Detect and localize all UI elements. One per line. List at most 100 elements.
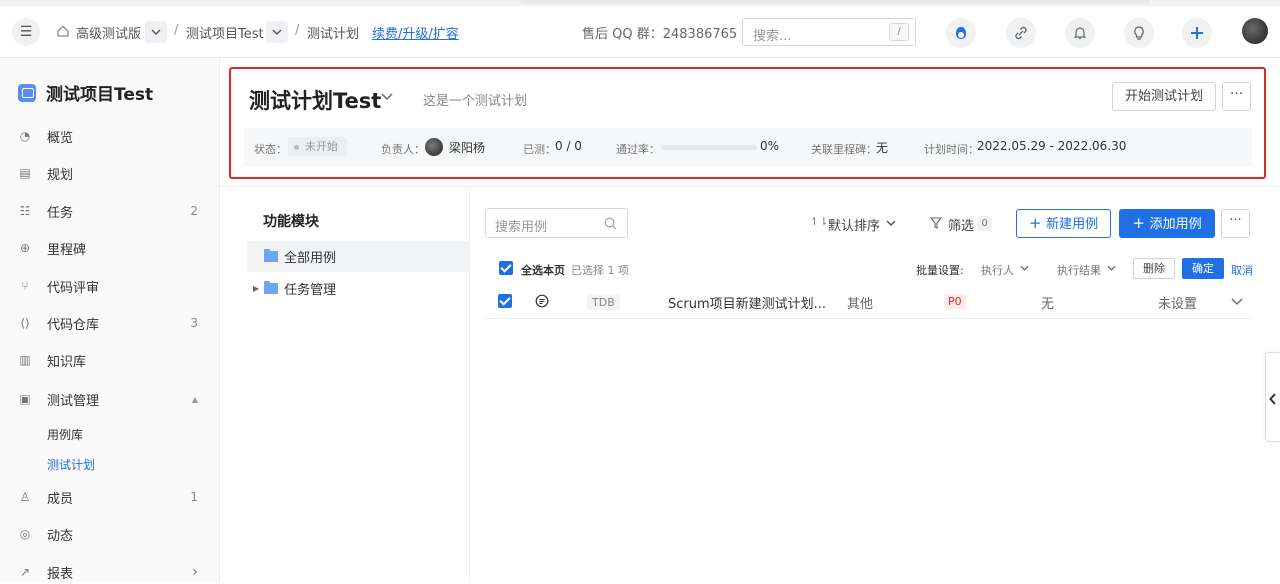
delete-button[interactable]: 删除 bbox=[1133, 258, 1175, 279]
owner-name[interactable]: 梁阳杨 bbox=[449, 139, 485, 156]
status-badge[interactable]: 未开始 bbox=[288, 137, 347, 156]
sort-dropdown[interactable]: 默认排序 bbox=[828, 215, 880, 234]
activity-icon: ◎ bbox=[19, 527, 31, 541]
chevron-down-icon[interactable] bbox=[1107, 265, 1116, 271]
sidebar-subitem-test-plan[interactable]: 测试计划 bbox=[47, 456, 95, 473]
sidebar-subitem-case-library[interactable]: 用例库 bbox=[47, 426, 83, 443]
case-executor[interactable]: 无 bbox=[1041, 293, 1054, 312]
start-test-plan-button[interactable]: 开始测试计划 bbox=[1112, 82, 1216, 111]
code-icon: ⟨⟩ bbox=[20, 316, 30, 330]
chevron-down-icon[interactable] bbox=[381, 93, 393, 101]
select-all-label[interactable]: 全选本页 bbox=[521, 262, 565, 278]
case-title[interactable]: Scrum项目新建测试计划... bbox=[668, 293, 826, 312]
sidebar-item-test-management[interactable]: ▣ 测试管理 ▲ bbox=[18, 387, 202, 411]
breadcrumb-workspace[interactable]: 高级测试版 bbox=[76, 23, 141, 42]
module-item-all-cases[interactable]: 全部用例 bbox=[247, 241, 470, 272]
select-all-checkbox[interactable] bbox=[499, 261, 513, 275]
folder-icon bbox=[264, 249, 278, 262]
report-icon: ↗ bbox=[19, 565, 31, 579]
caret-right-icon[interactable]: ▶ bbox=[253, 284, 259, 293]
sidebar-item-reports[interactable]: ↗ 报表 › bbox=[18, 560, 202, 584]
chevron-down-icon[interactable] bbox=[1020, 265, 1029, 271]
sidebar-item-wiki[interactable]: ▥ 知识库 bbox=[18, 348, 202, 372]
plus-icon: + bbox=[1028, 214, 1047, 232]
global-search-input[interactable]: 搜索... / bbox=[742, 18, 916, 46]
caret-up-icon: ▲ bbox=[191, 394, 198, 404]
sort-icon[interactable]: ↿⇂ bbox=[810, 215, 828, 228]
row-checkbox[interactable] bbox=[498, 294, 512, 308]
owner-avatar bbox=[425, 138, 443, 156]
link-icon[interactable] bbox=[1006, 18, 1036, 48]
sidebar-item-activity[interactable]: ◎ 动态 bbox=[18, 522, 202, 546]
milestone-value[interactable]: 无 bbox=[876, 139, 888, 156]
sidebar-item-members[interactable]: ♙ 成员 1 bbox=[18, 485, 202, 509]
lightbulb-icon[interactable] bbox=[1124, 18, 1154, 48]
selected-count: 已选择 1 项 bbox=[571, 264, 629, 277]
plus-icon: + bbox=[1132, 214, 1150, 232]
task-icon: ☷ bbox=[19, 204, 31, 218]
sidebar-item-overview[interactable]: ◔ 概览 bbox=[18, 124, 202, 148]
module-panel-title: 功能模块 bbox=[263, 214, 319, 230]
more-options-button[interactable]: ··· bbox=[1222, 82, 1251, 111]
batch-executor-dropdown[interactable]: 执行人 bbox=[981, 262, 1014, 278]
breadcrumb-project[interactable]: 测试项目Test bbox=[186, 23, 264, 42]
bell-icon[interactable] bbox=[1065, 18, 1095, 48]
sidebar-item-planning[interactable]: ▤ 规划 bbox=[18, 161, 202, 185]
sidebar-item-tasks[interactable]: ☷ 任务 2 bbox=[18, 199, 202, 223]
qq-group-text: 售后 QQ 群：248386765 bbox=[582, 27, 738, 42]
pass-rate-value: 0% bbox=[760, 139, 780, 153]
more-options-button[interactable]: ··· bbox=[1221, 209, 1250, 238]
new-case-button[interactable]: + 新建用例 bbox=[1016, 209, 1111, 238]
plan-time-value[interactable]: 2022.05.29 - 2022.06.30 bbox=[977, 139, 1126, 153]
plan-title[interactable]: 测试计划Test bbox=[249, 85, 381, 115]
plus-icon[interactable] bbox=[1182, 18, 1212, 48]
priority-badge[interactable]: P0 bbox=[944, 294, 966, 309]
case-type-icon bbox=[535, 294, 549, 308]
shortcut-key: / bbox=[889, 23, 909, 41]
confirm-button[interactable]: 确定 bbox=[1182, 258, 1224, 279]
tested-count: 0 / 0 bbox=[555, 139, 582, 153]
test-icon: ▣ bbox=[19, 392, 31, 406]
chevron-down-icon[interactable] bbox=[145, 21, 167, 43]
case-search-input[interactable]: 搜索用例 bbox=[485, 208, 628, 238]
batch-result-dropdown[interactable]: 执行结果 bbox=[1057, 262, 1101, 278]
cancel-button[interactable]: 取消 bbox=[1231, 262, 1253, 278]
filter-count-badge: 0 bbox=[977, 216, 992, 231]
top-header: ☰ 高级测试版 / 测试项目Test / 测试计划 续费/升级/扩容 售后 QQ… bbox=[0, 6, 1280, 58]
sidebar-item-repository[interactable]: ⟨⟩ 代码仓库 3 bbox=[18, 311, 202, 335]
chevron-down-icon[interactable] bbox=[886, 220, 896, 226]
logo-bird-icon[interactable] bbox=[946, 18, 976, 48]
chevron-left-icon bbox=[1269, 393, 1276, 405]
milestone-icon: ⊕ bbox=[19, 241, 31, 255]
case-type-tag: TDB bbox=[587, 295, 620, 310]
sidebar-item-code-review[interactable]: ⑂ 代码评审 bbox=[18, 274, 202, 298]
calendar-icon: ▤ bbox=[19, 166, 31, 180]
home-icon[interactable] bbox=[56, 24, 70, 38]
book-icon: ▥ bbox=[19, 353, 31, 367]
test-plan-header: 测试计划Test 这是一个测试计划 开始测试计划 ··· 状态： 未开始 负责人… bbox=[229, 67, 1266, 179]
project-title[interactable]: 测试项目Test bbox=[18, 80, 153, 105]
chevron-down-icon[interactable] bbox=[1231, 298, 1243, 305]
filter-button[interactable]: 筛选 bbox=[948, 215, 974, 234]
chevron-down-icon[interactable] bbox=[266, 21, 288, 43]
pass-rate-bar bbox=[661, 145, 757, 150]
menu-icon[interactable]: ☰ bbox=[12, 18, 40, 46]
members-icon: ♙ bbox=[19, 490, 31, 504]
breadcrumb-page: 测试计划 bbox=[307, 27, 360, 42]
chevron-right-icon: › bbox=[192, 564, 198, 580]
case-module: 其他 bbox=[847, 297, 874, 312]
collapse-panel-tab[interactable] bbox=[1265, 352, 1280, 442]
upgrade-link[interactable]: 续费/升级/扩容 bbox=[372, 23, 459, 42]
table-row[interactable]: TDB Scrum项目新建测试计划... 其他 P0 无 未设置 bbox=[484, 286, 1254, 319]
module-item-task-management[interactable]: ▶ 任务管理 bbox=[247, 273, 470, 304]
dashboard-icon: ◔ bbox=[19, 129, 31, 143]
case-result[interactable]: 未设置 bbox=[1158, 293, 1197, 312]
sidebar-item-milestone[interactable]: ⊕ 里程碑 bbox=[18, 236, 202, 260]
project-icon bbox=[18, 83, 36, 102]
folder-icon bbox=[264, 281, 279, 294]
filter-icon[interactable] bbox=[930, 217, 942, 229]
add-case-button[interactable]: + 添加用例 bbox=[1119, 209, 1215, 238]
plan-description: 这是一个测试计划 bbox=[423, 94, 528, 109]
plan-info-bar: 状态： 未开始 负责人： 梁阳杨 已测： 0 / 0 通过率： 0% 关联里程碑… bbox=[244, 128, 1252, 166]
user-avatar[interactable] bbox=[1242, 18, 1268, 44]
